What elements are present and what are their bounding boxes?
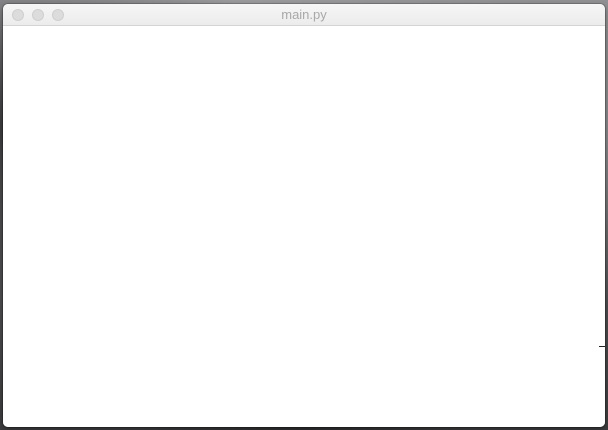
- window-titlebar[interactable]: main.py: [3, 4, 605, 26]
- window-title: main.py: [281, 7, 327, 22]
- edge-mark: [599, 346, 605, 347]
- canvas-area[interactable]: [3, 26, 605, 427]
- app-window: main.py: [3, 4, 605, 427]
